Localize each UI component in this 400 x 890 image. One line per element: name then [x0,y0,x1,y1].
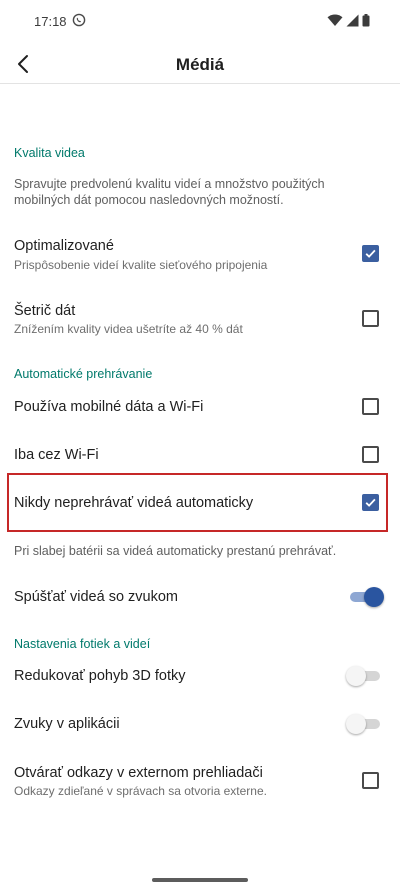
battery-note: Pri slabej batérii sa videá automaticky … [14,544,337,558]
status-time: 17:18 [34,14,67,29]
wifi-only-checkbox[interactable] [362,446,379,463]
section-title-autoplay: Automatické prehrávanie [14,367,153,381]
app-sounds-toggle[interactable] [346,713,382,735]
option-reduce-3d-title[interactable]: Redukovať pohyb 3D fotky [14,668,185,684]
optimized-checkbox[interactable] [362,245,379,262]
option-mobile-wifi-title[interactable]: Používa mobilné dáta a Wi-Fi [14,399,203,415]
option-wifi-only-title[interactable]: Iba cez Wi-Fi [14,447,99,463]
check-icon [365,498,376,507]
wifi-icon [327,14,343,26]
status-bar: 17:18 [0,0,400,44]
data-saver-checkbox[interactable] [362,310,379,327]
section-title-video-quality: Kvalita videa [14,146,85,160]
option-optimized-title[interactable]: Optimalizované [14,238,114,254]
signal-icon [346,14,359,27]
option-never-autoplay-title[interactable]: Nikdy neprehrávať videá automaticky [14,495,253,511]
never-autoplay-checkbox[interactable] [362,494,379,511]
status-icons [327,14,370,27]
option-external-links-title[interactable]: Otvárať odkazy v externom prehliadači [14,765,263,781]
option-video-sound-title[interactable]: Spúšťať videá so zvukom [14,589,178,605]
video-quality-description: Spravujte predvolenú kvalitu videí a mno… [14,177,325,207]
option-external-links-subtitle: Odkazy zdieľané v správach sa otvoria ex… [14,784,267,798]
option-data-saver-subtitle: Znížením kvality videa ušetríte až 40 % … [14,322,243,336]
viber-icon [72,13,86,27]
option-app-sounds-title[interactable]: Zvuky v aplikácii [14,716,120,732]
option-optimized-subtitle: Prispôsobenie videí kvalite sieťového pr… [14,258,268,272]
option-data-saver-title[interactable]: Šetrič dát [14,303,75,319]
toggle-knob [346,666,366,686]
toggle-knob [346,714,366,734]
toggle-knob [364,587,384,607]
section-title-photos-videos: Nastavenia fotiek a videí [14,637,151,651]
home-indicator[interactable] [152,878,248,882]
external-links-checkbox[interactable] [362,772,379,789]
check-icon [365,249,376,258]
reduce-3d-toggle[interactable] [346,665,382,687]
battery-icon [362,14,370,27]
app-header: Médiá [0,44,400,84]
mobile-wifi-checkbox[interactable] [362,398,379,415]
video-sound-toggle[interactable] [350,586,384,608]
page-title: Médiá [175,55,225,74]
